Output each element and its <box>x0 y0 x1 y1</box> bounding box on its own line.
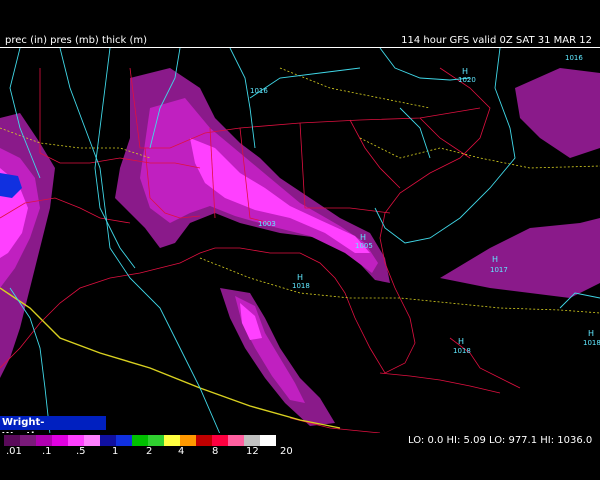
high-marker-georgia: H <box>360 233 366 242</box>
high-marker-atlantic: H <box>492 255 498 264</box>
legend-label: .01 <box>6 446 22 457</box>
high-value-north: 1020 <box>458 76 476 84</box>
legend-swatch <box>20 435 36 446</box>
legend-swatch <box>260 435 276 446</box>
legend-label: 1 <box>112 446 119 457</box>
legend-swatch <box>164 435 180 446</box>
isobar-label-1016-northeast: 1016 <box>565 54 583 62</box>
legend-swatch <box>84 435 100 446</box>
legend-swatch <box>100 435 116 446</box>
legend-swatch <box>148 435 164 446</box>
legend-swatch <box>228 435 244 446</box>
legend-swatch <box>212 435 228 446</box>
extrema-stats: LO: 0.0 HI: 5.09 LO: 977.1 HI: 1036.0 <box>408 435 593 446</box>
high-marker-bahamas: H <box>458 337 464 346</box>
legend-swatch <box>68 435 84 446</box>
legend-label: 2 <box>146 446 153 457</box>
legend-swatch <box>196 435 212 446</box>
legend-label: 12 <box>246 446 259 457</box>
legend-swatch <box>52 435 68 446</box>
high-value-atlantic: 1017 <box>490 266 508 274</box>
precipitation-legend: .01.1.5 1 2 4 8 12 20 LO: 0.0 HI: 5.09 LO: 977… <box>0 433 600 480</box>
high-value-georgia: 1005 <box>355 242 373 250</box>
legend-swatch <box>116 435 132 446</box>
color-scale <box>4 435 276 446</box>
weather-map: 1016 1016 H 1020 H 1005 H 1018 H 1017 H … <box>0 47 600 434</box>
high-marker-gulf: H <box>297 273 303 282</box>
legend-label: .5 <box>76 446 86 457</box>
high-marker-east: H <box>588 329 594 338</box>
legend-swatch <box>244 435 260 446</box>
header-bar: prec (in) pres (mb) thick (m) 114 hour G… <box>0 0 600 47</box>
legend-label: 20 <box>280 446 293 457</box>
map-canvas: 1016 1016 H 1020 H 1005 H 1018 H 1017 H … <box>0 48 600 434</box>
legend-swatch <box>4 435 20 446</box>
legend-label: 4 <box>178 446 185 457</box>
legend-swatch <box>180 435 196 446</box>
isobar-label-1016-north: 1016 <box>250 87 268 95</box>
high-value-bahamas: 1018 <box>453 347 471 355</box>
legend-swatch <box>36 435 52 446</box>
legend-swatch <box>132 435 148 446</box>
product-title: prec (in) pres (mb) thick (m) <box>5 35 148 46</box>
legend-label: 8 <box>212 446 219 457</box>
scale-labels: .01.1.5 1 2 4 8 12 20 <box>0 446 310 460</box>
high-marker-north: H <box>462 67 468 76</box>
pressure-value-louisiana: 1003 <box>258 220 276 228</box>
high-value-east: 1018 <box>583 339 600 347</box>
forecast-valid-time: 114 hour GFS valid 0Z SAT 31 MAR 12 <box>401 35 592 46</box>
high-value-gulf: 1018 <box>292 282 310 290</box>
branding-label: Wright-Weather.com <box>0 416 106 442</box>
legend-label: .1 <box>42 446 52 457</box>
